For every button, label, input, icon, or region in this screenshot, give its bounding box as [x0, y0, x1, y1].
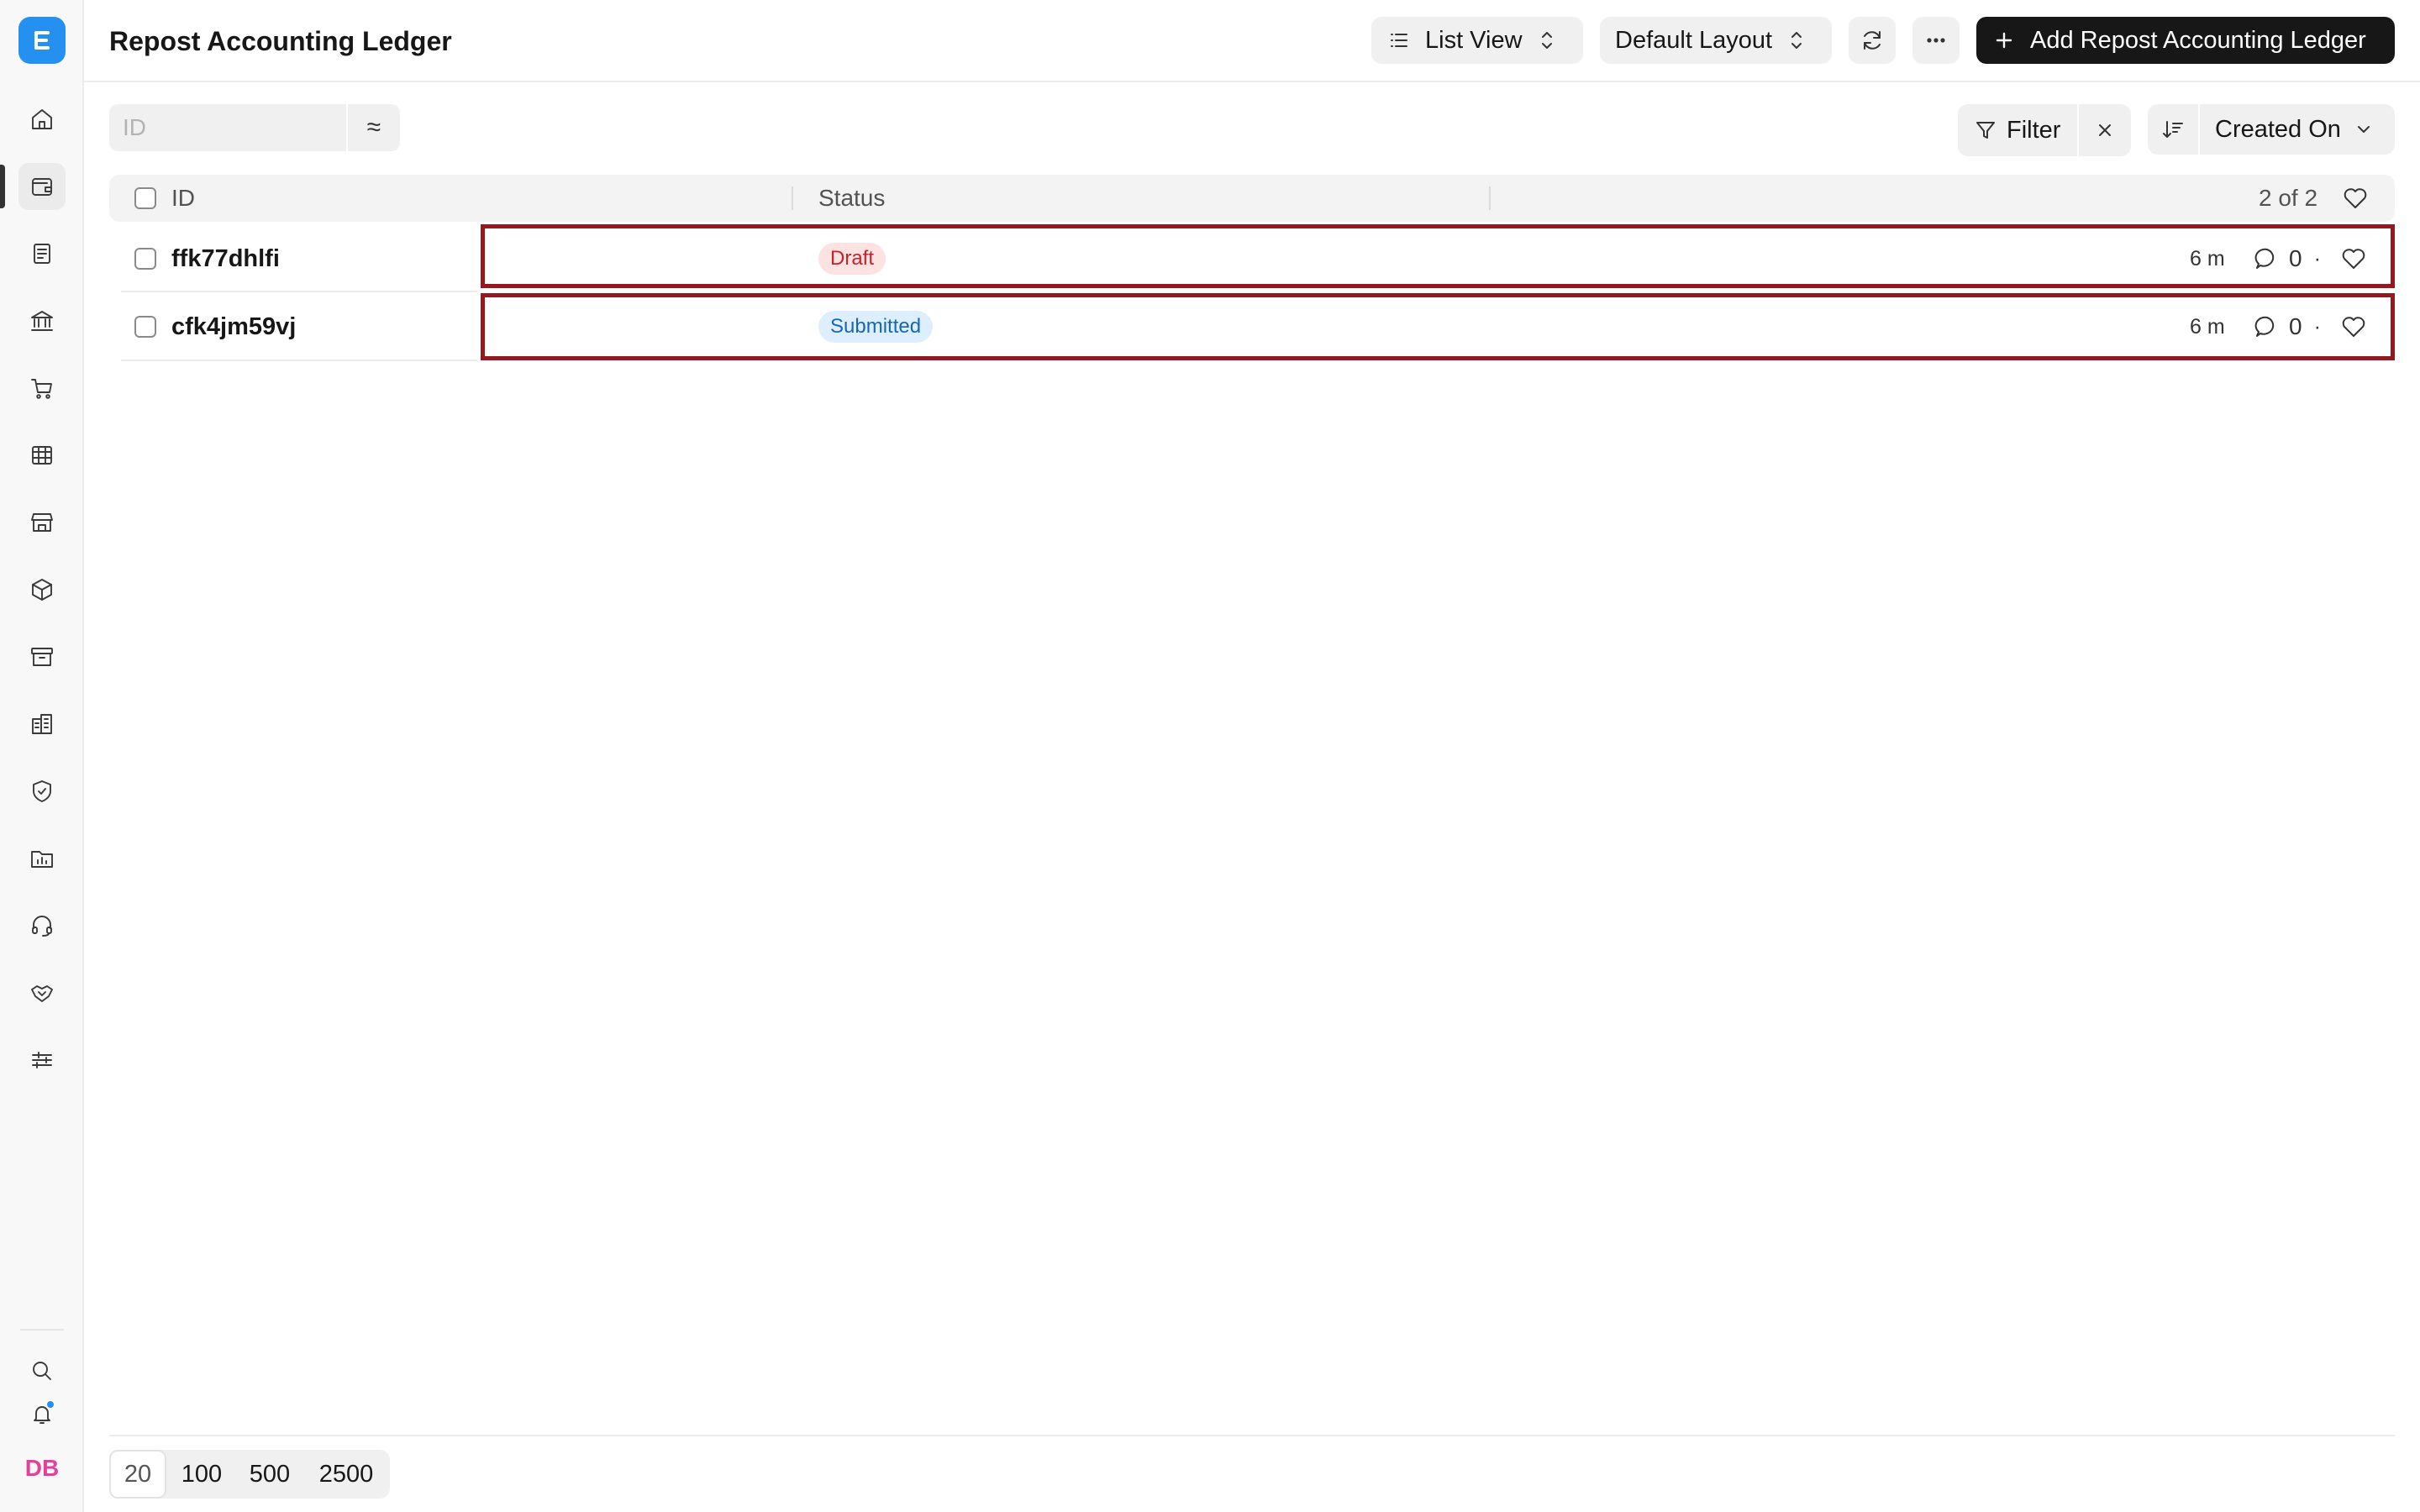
sidebar-divider: [20, 1329, 64, 1331]
row-highlight-box: [481, 293, 2395, 360]
chevron-updown-icon: [1791, 32, 1802, 49]
filter-button[interactable]: Filter: [1958, 104, 2077, 156]
close-icon: [2099, 124, 2111, 136]
sort-field-label: Created On: [2215, 115, 2341, 143]
list-view-selector[interactable]: List View: [1371, 17, 1583, 64]
result-count: 2 of 2: [2259, 185, 2318, 211]
sliders-icon[interactable]: [18, 1037, 66, 1084]
add-repost-accounting-ledger-button[interactable]: Add Repost Accounting Ledger: [1976, 17, 2395, 64]
sort-direction-button[interactable]: [2148, 104, 2198, 155]
table-header: ID Status 2 of 2: [109, 175, 2395, 222]
header-divider: [84, 81, 2420, 82]
archive-icon[interactable]: [18, 633, 66, 680]
row-divider: [121, 360, 477, 361]
fuzzy-match-toggle[interactable]: ≈: [348, 104, 400, 151]
footer-divider: [109, 1435, 2395, 1436]
app-logo[interactable]: [18, 17, 66, 64]
package-icon[interactable]: [18, 566, 66, 613]
headset-icon[interactable]: [18, 902, 66, 949]
more-icon: [1927, 38, 1945, 43]
store-icon[interactable]: [18, 499, 66, 546]
refresh-icon: [1864, 31, 1881, 50]
accounting-icon[interactable]: [18, 163, 66, 210]
home-icon[interactable]: [18, 96, 66, 143]
page-size-option[interactable]: 20: [109, 1450, 166, 1499]
sidebar: DB: [0, 0, 84, 1512]
row-id[interactable]: ffk77dhlfi: [171, 224, 280, 293]
more-actions-button[interactable]: [1912, 17, 1960, 64]
bell-icon[interactable]: [18, 1391, 66, 1438]
search-icon[interactable]: [18, 1347, 66, 1394]
list-icon: [1391, 34, 1407, 47]
filter-label: Filter: [2007, 116, 2061, 144]
column-header-id[interactable]: ID: [171, 175, 195, 222]
cart-icon[interactable]: [18, 365, 66, 412]
invoice-icon[interactable]: [18, 230, 66, 277]
row-id[interactable]: cfk4jm59vj: [171, 292, 296, 361]
sort-field-selector[interactable]: Created On: [2200, 104, 2395, 155]
primary-action-label: Add Repost Accounting Ledger: [2030, 26, 2366, 54]
checkbox[interactable]: [134, 187, 156, 209]
id-search-input[interactable]: [123, 114, 346, 141]
notification-dot: [45, 1399, 55, 1410]
filter-icon: [1976, 122, 1995, 139]
layout-selector[interactable]: Default Layout: [1600, 17, 1832, 64]
column-separator: [792, 186, 793, 210]
view-selector-label: List View: [1425, 26, 1523, 54]
id-search-field[interactable]: [109, 104, 346, 151]
plus-icon: [1996, 32, 2012, 49]
sort-descending-icon: [2163, 121, 2183, 138]
chevron-down-icon: [2357, 126, 2370, 133]
page-size-selector: 20 100 500 2500: [109, 1450, 390, 1499]
bank-icon[interactable]: [18, 297, 66, 344]
refresh-button[interactable]: [1849, 17, 1896, 64]
active-indicator: [0, 165, 5, 208]
folder-chart-icon[interactable]: [18, 835, 66, 882]
row-checkbox[interactable]: [134, 292, 156, 361]
checkbox[interactable]: [134, 248, 156, 270]
column-separator: [1489, 186, 1491, 210]
handshake-icon[interactable]: [18, 969, 66, 1016]
liked-filter-heart-icon[interactable]: [2341, 175, 2370, 222]
chevron-updown-icon: [1541, 32, 1552, 49]
page-size-option[interactable]: 2500: [302, 1450, 390, 1499]
table-icon[interactable]: [18, 432, 66, 479]
building-icon[interactable]: [18, 701, 66, 748]
page-title: Repost Accounting Ledger: [109, 26, 452, 56]
shield-icon[interactable]: [18, 768, 66, 815]
clear-filter-button[interactable]: [2079, 104, 2131, 156]
page-size-option[interactable]: 100: [166, 1450, 237, 1499]
page-size-option[interactable]: 500: [237, 1450, 302, 1499]
erpnext-logo-icon: [34, 31, 50, 50]
select-all-checkbox[interactable]: [134, 175, 156, 222]
avatar[interactable]: DB: [18, 1445, 66, 1492]
checkbox[interactable]: [134, 316, 156, 338]
row-highlight-box: [481, 224, 2395, 288]
row-checkbox[interactable]: [134, 224, 156, 293]
column-header-status[interactable]: Status: [818, 175, 885, 222]
layout-selector-label: Default Layout: [1615, 26, 1773, 54]
